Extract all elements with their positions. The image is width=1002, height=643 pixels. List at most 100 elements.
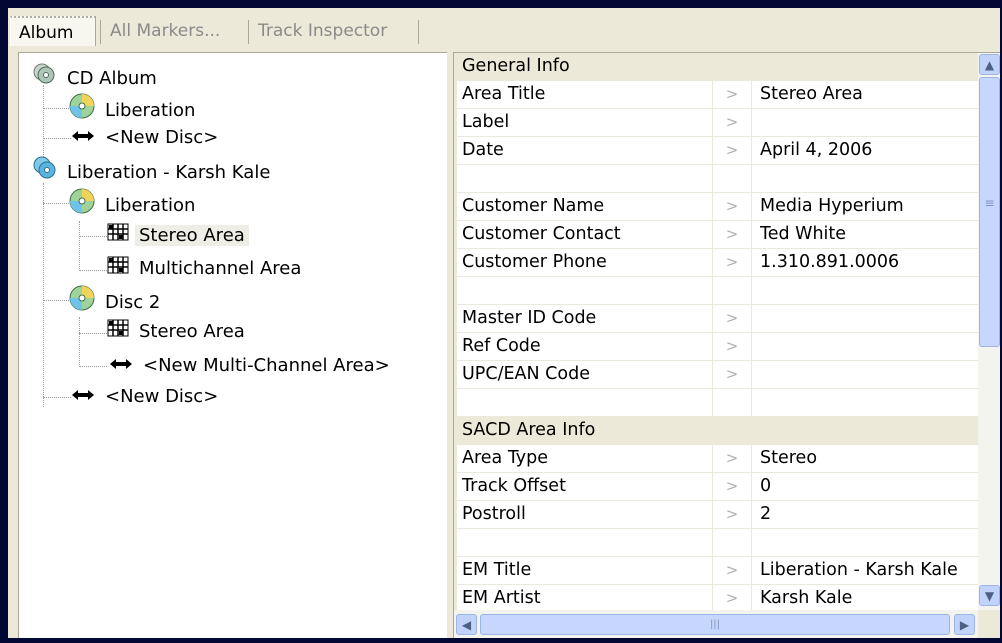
expand-arrow-icon[interactable]: > <box>712 221 752 248</box>
property-value[interactable]: Stereo Area <box>760 81 980 108</box>
property-row[interactable]: Area Type > Stereo <box>454 445 978 473</box>
expand-arrow-icon[interactable]: > <box>712 557 752 584</box>
scroll-right-button[interactable]: ▶ <box>954 614 975 635</box>
property-name: Customer Phone <box>462 252 607 272</box>
album-tree: CD Album Liberation <New Disc> Liberatio… <box>18 52 447 638</box>
tree-node-sacd-album[interactable]: Liberation - Karsh Kale <box>33 156 274 186</box>
row-gutter <box>454 305 457 332</box>
app-panel: Album All Markers... Track Inspector CD … <box>8 8 1000 638</box>
property-name: Postroll <box>462 504 526 524</box>
horizontal-scrollbar[interactable]: ◀ ||| ▶ <box>454 610 978 638</box>
property-row[interactable]: UPC/EAN Code > <box>454 361 978 389</box>
property-name <box>462 529 702 556</box>
property-row[interactable]: Area Title > Stereo Area <box>454 81 978 109</box>
property-value[interactable] <box>760 333 980 360</box>
area-icon <box>107 221 129 251</box>
property-name: Customer Contact <box>462 224 621 244</box>
row-gutter <box>454 221 457 248</box>
property-row[interactable]: Customer Phone >1.310.891.0006 <box>454 249 978 277</box>
property-row[interactable]: EM Artist > Karsh Kale <box>454 585 978 613</box>
property-value[interactable]: Liberation - Karsh Kale <box>760 557 980 584</box>
property-row[interactable]: Label > <box>454 109 978 137</box>
thumb-grip-icon: ||| <box>709 619 721 630</box>
tree-node-disc[interactable]: Liberation <box>69 93 199 123</box>
cd-album-icon <box>33 63 57 95</box>
tree-connector <box>43 138 71 139</box>
horizontal-scroll-thumb[interactable]: ||| <box>480 614 950 635</box>
property-value <box>760 529 980 556</box>
scrollbar-corner <box>978 610 1000 638</box>
section-header: SACD Area Info <box>454 417 978 445</box>
property-value[interactable]: Stereo <box>760 445 980 472</box>
section-title: General Info <box>462 56 570 76</box>
expand-arrow-icon[interactable]: > <box>712 249 752 276</box>
property-row[interactable]: Postroll >2 <box>454 501 978 529</box>
expand-arrow-icon[interactable]: > <box>712 137 752 164</box>
expand-arrow-icon[interactable]: > <box>712 305 752 332</box>
tree-node-new-area[interactable]: <New Multi-Channel Area> <box>109 351 394 381</box>
property-row[interactable]: EM Title > Liberation - Karsh Kale <box>454 557 978 585</box>
property-name: EM Title <box>462 560 532 580</box>
row-gutter <box>454 389 457 416</box>
scroll-up-button[interactable]: ▲ <box>979 54 1000 75</box>
property-value[interactable]: April 4, 2006 <box>760 137 980 164</box>
expand-arrow-icon[interactable]: > <box>712 193 752 220</box>
property-row[interactable]: Master ID Code > <box>454 305 978 333</box>
property-value[interactable]: Ted White <box>760 221 980 248</box>
row-gutter <box>454 333 457 360</box>
property-row[interactable]: Track Offset >0 <box>454 473 978 501</box>
expand-arrow-icon <box>712 529 752 556</box>
tree-node-new-disc[interactable]: <New Disc> <box>71 382 222 412</box>
tree-node-area[interactable]: Stereo Area <box>107 317 249 347</box>
tree-connector <box>79 236 107 237</box>
scroll-thumb[interactable]: ≡ <box>979 77 1000 347</box>
row-gutter <box>454 277 457 304</box>
property-value[interactable] <box>760 109 980 136</box>
property-value[interactable]: Media Hyperium <box>760 193 980 220</box>
thumb-grip-icon: ≡ <box>984 196 995 210</box>
tree-node-area-selected[interactable]: Stereo Area <box>107 221 249 251</box>
row-gutter <box>454 165 457 192</box>
property-value[interactable]: 1.310.891.0006 <box>760 249 980 276</box>
tree-connector <box>43 203 71 204</box>
row-gutter <box>454 585 457 612</box>
expand-arrow-icon[interactable]: > <box>712 501 752 528</box>
scroll-left-button[interactable]: ◀ <box>456 614 477 635</box>
expand-arrow-icon[interactable]: > <box>712 445 752 472</box>
property-value[interactable] <box>760 361 980 388</box>
property-value[interactable]: 0 <box>760 473 980 500</box>
property-name: Ref Code <box>462 336 541 356</box>
section-header: General Info <box>454 53 978 81</box>
tree-node-new-disc[interactable]: <New Disc> <box>71 123 222 153</box>
property-row[interactable]: Ref Code > <box>454 333 978 361</box>
property-value[interactable]: 2 <box>760 501 980 528</box>
property-row[interactable]: Customer Contact > Ted White <box>454 221 978 249</box>
property-value[interactable] <box>760 305 980 332</box>
tree-node-area[interactable]: Multichannel Area <box>107 254 305 284</box>
sacd-album-icon <box>33 156 57 190</box>
tab-album[interactable]: Album <box>10 16 96 46</box>
property-value <box>760 165 980 192</box>
expand-arrow-icon[interactable]: > <box>712 333 752 360</box>
vertical-scrollbar[interactable]: ▲ ≡ ▼ <box>978 53 1000 610</box>
property-value[interactable]: Karsh Kale <box>760 585 980 612</box>
property-name: Track Offset <box>462 476 566 496</box>
expand-arrow-icon[interactable]: > <box>712 109 752 136</box>
tree-node-disc[interactable]: Liberation <box>69 188 199 218</box>
tab-track-inspector[interactable]: Track Inspector <box>250 16 418 46</box>
expand-arrow-icon[interactable]: > <box>712 473 752 500</box>
expand-arrow-icon[interactable]: > <box>712 585 752 612</box>
scroll-down-button[interactable]: ▼ <box>979 585 1000 606</box>
property-row[interactable]: Customer Name > Media Hyperium <box>454 193 978 221</box>
tree-node-cd-album[interactable]: CD Album <box>33 63 161 93</box>
expand-arrow-icon[interactable]: > <box>712 81 752 108</box>
property-row[interactable]: Date > April 4, 2006 <box>454 137 978 165</box>
tree-connector <box>79 366 107 367</box>
tab-all-markers[interactable]: All Markers... <box>102 16 252 46</box>
row-gutter <box>454 529 457 556</box>
expand-arrow-icon[interactable]: > <box>712 361 752 388</box>
tree-node-disc[interactable]: Disc 2 <box>69 285 164 315</box>
row-gutter <box>454 473 457 500</box>
tree-connector <box>79 270 107 271</box>
row-gutter <box>454 137 457 164</box>
